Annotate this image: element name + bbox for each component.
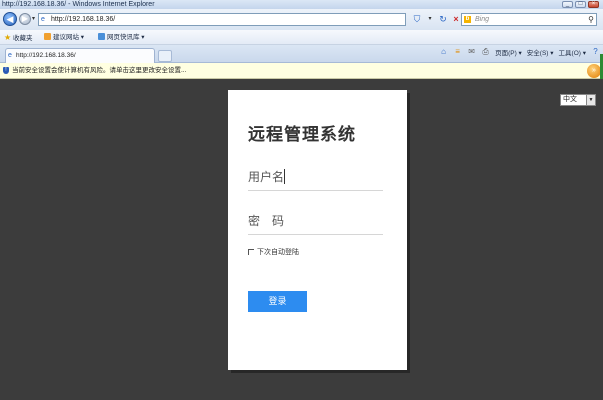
- bing-logo-icon: b: [464, 16, 471, 23]
- page-menu[interactable]: 页面(P) ▾: [495, 47, 522, 61]
- password-field: [248, 210, 383, 235]
- home-icon[interactable]: ⌂: [439, 47, 448, 56]
- star-icon: ★: [4, 33, 12, 42]
- text-caret: [284, 169, 285, 184]
- suggested-sites-link[interactable]: 建议网站 ▾: [44, 30, 84, 45]
- help-icon[interactable]: ?: [591, 47, 600, 56]
- mail-icon[interactable]: ✉: [467, 47, 476, 56]
- address-url: http://192.168.18.36/: [51, 16, 116, 23]
- favorites-button[interactable]: ★ 收藏夹: [4, 30, 32, 46]
- suggested-sites-icon: [44, 33, 51, 40]
- tab-label: http://192.168.18.36/: [16, 52, 76, 59]
- remember-me[interactable]: 下次自动登陆: [248, 247, 299, 257]
- refresh-icon[interactable]: ↻: [438, 14, 448, 24]
- tab-row: e http://192.168.18.36/ ⌂ ≡ ✉ ⎙ 页面(P) ▾ …: [0, 45, 603, 63]
- command-bar: ⌂ ≡ ✉ ⎙ 页面(P) ▾ 安全(S) ▾ 工具(O) ▾ ?: [439, 47, 600, 61]
- login-button[interactable]: 登录: [248, 291, 307, 312]
- web-slice-label: 网页快讯库 ▾: [107, 34, 145, 41]
- tab-current[interactable]: e http://192.168.18.36/: [5, 48, 155, 63]
- infobar-message: 当前安全设置会使计算机有风险。请单击这里更改安全设置...: [12, 67, 187, 74]
- safety-menu[interactable]: 安全(S) ▾: [527, 47, 554, 61]
- ie-page-icon: e: [8, 52, 12, 59]
- login-title: 远程管理系统: [248, 125, 356, 144]
- suggested-sites-label: 建议网站 ▾: [53, 34, 85, 41]
- tools-menu[interactable]: 工具(O) ▾: [559, 47, 586, 61]
- print-icon[interactable]: ⎙: [481, 47, 490, 56]
- back-button[interactable]: ◀: [3, 12, 17, 26]
- chevron-down-icon: ▼: [586, 95, 595, 105]
- favorites-label: 收藏夹: [12, 35, 33, 42]
- remember-label: 下次自动登陆: [257, 249, 299, 256]
- page-viewport: 中文 ▼ 远程管理系统 下次自动登陆 登录: [0, 79, 603, 400]
- security-infobar[interactable]: ! 当前安全设置会使计算机有风险。请单击这里更改安全设置... »: [0, 63, 603, 79]
- window-title: http://192.168.18.36/ - Windows Internet…: [2, 1, 155, 8]
- feeds-icon[interactable]: ≡: [453, 47, 462, 56]
- remember-checkbox[interactable]: [248, 249, 254, 255]
- password-input[interactable]: [248, 210, 383, 232]
- address-tools: ⛉ ▾ ↻ ×: [412, 14, 461, 24]
- title-bar: http://192.168.18.36/ - Windows Internet…: [0, 0, 603, 9]
- stop-icon[interactable]: ×: [451, 14, 461, 24]
- back-arrow-icon: ◀: [6, 14, 14, 24]
- infobar-options-icon[interactable]: »: [587, 64, 601, 78]
- username-input[interactable]: [248, 166, 383, 188]
- minimize-button[interactable]: _: [562, 1, 573, 8]
- login-card: 远程管理系统 下次自动登陆 登录: [228, 90, 407, 370]
- forward-arrow-icon: ▶: [21, 14, 29, 23]
- compatibility-icon[interactable]: ⛉: [412, 14, 422, 24]
- maximize-button[interactable]: □: [575, 1, 586, 8]
- language-select[interactable]: 中文 ▼: [560, 94, 596, 106]
- close-button[interactable]: ×: [588, 1, 599, 8]
- forward-button[interactable]: ▶: [19, 13, 31, 25]
- new-tab-button[interactable]: [158, 50, 172, 62]
- web-slice-icon: [98, 33, 105, 40]
- shield-icon: !: [3, 67, 9, 74]
- search-input[interactable]: b Bing ⚲: [461, 13, 597, 26]
- search-icon[interactable]: ⚲: [588, 14, 594, 25]
- history-dropdown-icon[interactable]: ▾: [32, 15, 35, 22]
- username-field: [248, 166, 383, 191]
- language-selected: 中文: [563, 96, 577, 103]
- address-input[interactable]: e http://192.168.18.36/: [38, 13, 406, 26]
- search-placeholder: Bing: [475, 16, 490, 23]
- favorites-bar: ★ 收藏夹 建议网站 ▾ 网页快讯库 ▾: [0, 30, 603, 45]
- ie-page-icon: e: [41, 16, 45, 23]
- address-bar-row: ◀ ▶ ▾ e http://192.168.18.36/ ⛉ ▾ ↻ × b …: [0, 9, 603, 30]
- dropdown-arrow-icon[interactable]: ▾: [425, 14, 435, 24]
- window-controls: _ □ ×: [562, 1, 599, 8]
- web-slice-gallery-link[interactable]: 网页快讯库 ▾: [98, 30, 145, 45]
- browser-window: http://192.168.18.36/ - Windows Internet…: [0, 0, 603, 400]
